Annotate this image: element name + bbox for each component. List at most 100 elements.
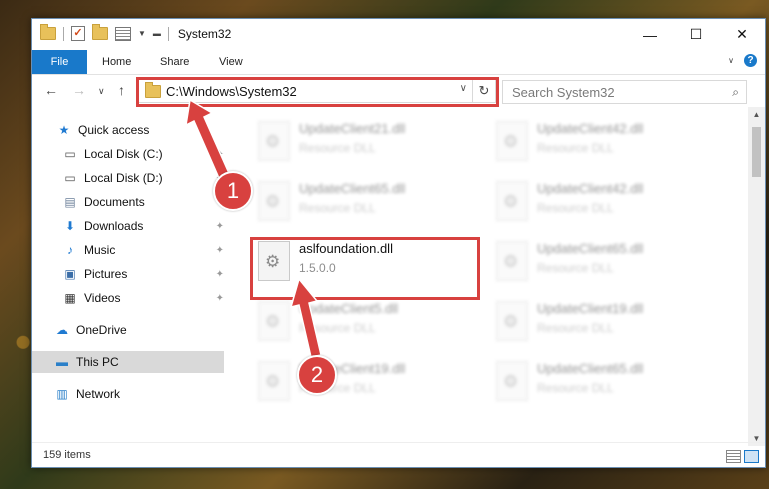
tab-file[interactable]: File [32,50,87,74]
search-icon[interactable]: ⌕ [732,85,739,100]
file-item[interactable]: UpdateClient19.dll Resource DLL [488,295,716,347]
dll-file-icon [258,181,290,221]
file-description: Resource DLL [299,201,376,215]
close-button[interactable]: ✕ [719,19,765,50]
maximize-button[interactable]: ☐ [673,19,719,50]
refresh-icon[interactable]: ↻ [472,80,495,102]
file-name: UpdateClient21.dll [299,121,406,136]
sidebar-item-label: Documents [84,195,145,209]
step2-badge: 2 [297,355,337,395]
chevron-down-icon[interactable]: ∨ [460,83,467,94]
sidebar-item-label: OneDrive [76,323,127,337]
sidebar-item-label: Videos [84,291,121,305]
dll-file-icon [496,121,528,161]
ribbon-tabs: File Home Share View ∨ ? [32,50,765,75]
sidebar-item-downloads[interactable]: ⬇ Downloads ✦ [62,215,224,237]
scroll-thumb[interactable] [752,127,761,177]
sidebar-item-label: Quick access [78,123,150,137]
file-description: Resource DLL [537,201,614,215]
step2-arrow [289,277,322,358]
large-icons-view-icon[interactable] [744,450,759,463]
file-name: UpdateClient65.dll [537,361,644,376]
file-name: UpdateClient42.dll [537,181,644,196]
dll-file-icon [258,121,290,161]
details-view-icon[interactable] [726,450,741,463]
sidebar-item-this-pc[interactable]: ▬ This PC [32,351,224,373]
tab-share[interactable]: Share [160,50,189,74]
file-name: UpdateClient65.dll [299,181,406,196]
network-icon: ▥ [56,387,68,401]
file-description: Resource DLL [299,141,376,155]
expand-ribbon-icon[interactable]: ∨ [728,56,734,65]
window-controls: — ☐ ✕ [627,19,765,50]
computer-icon: ▬ [56,355,68,369]
pictures-icon: ▣ [64,267,76,281]
sidebar-item-videos[interactable]: ▦ Videos ✦ [62,287,224,309]
title-bar: ✓ ▼ ▬ System32 — ☐ ✕ [32,19,765,50]
window-title: System32 [177,26,232,41]
file-item[interactable]: UpdateClient21.dll Resource DLL [250,115,478,167]
customize-toolbar-icon[interactable]: ▬ [153,29,161,38]
scroll-up-icon[interactable]: ▲ [748,110,765,119]
search-placeholder: Search System32 [512,84,615,100]
recent-locations-icon[interactable]: ∨ [98,86,105,97]
minimize-button[interactable]: — [627,19,673,50]
sidebar-item-label: Music [84,243,116,257]
drive-icon: ▭ [64,147,76,161]
sidebar-item-pictures[interactable]: ▣ Pictures ✦ [62,263,224,285]
drive-icon: ▭ [64,171,76,185]
status-bar: 159 items [32,442,765,467]
file-description: Resource DLL [537,321,614,335]
folder-icon [145,81,161,98]
search-input[interactable]: Search System32 ⌕ [502,80,747,104]
file-item[interactable]: UpdateClient42.dll Resource DLL [488,175,716,227]
sidebar-item-label: Local Disk (C:) [84,147,163,161]
sidebar-item-label: Downloads [84,219,144,233]
sidebar-item-music[interactable]: ♪ Music ✦ [62,239,224,261]
ribbon-right-controls: ∨ ? [728,54,757,67]
file-name: UpdateClient42.dll [537,121,644,136]
explorer-window: ✓ ▼ ▬ System32 — ☐ ✕ File Home Share Vie… [31,18,766,468]
properties-check-icon[interactable]: ✓ [71,26,85,41]
tab-view[interactable]: View [219,50,243,74]
toolbar-separator [167,26,169,41]
file-item[interactable]: UpdateClient65.dll Resource DLL [488,355,716,407]
file-name: UpdateClient65.dll [537,241,644,256]
tab-home[interactable]: Home [102,50,131,74]
navigation-bar: ← → ∨ ↑ C:\Windows\System32 ∨ ↻ Search S… [32,75,765,107]
vertical-scrollbar[interactable]: ▲ ▼ [748,107,765,446]
dll-file-icon [496,301,528,341]
toolbar-separator [63,26,64,41]
up-arrow-icon[interactable]: ↑ [118,82,125,98]
file-item[interactable]: UpdateClient42.dll Resource DLL [488,115,716,167]
pin-icon[interactable]: ✦ [216,245,224,256]
sidebar-item-onedrive[interactable]: ☁ OneDrive [54,319,224,341]
back-arrow-icon[interactable]: ← [44,82,58,98]
file-description: Resource DLL [537,261,614,275]
sidebar-item-network[interactable]: ▥ Network [54,383,224,405]
forward-arrow-icon[interactable]: → [72,82,86,98]
pin-icon[interactable]: ✦ [216,221,224,232]
file-name: UpdateClient19.dll [537,301,644,316]
sidebar-item-label: This PC [76,355,119,369]
file-description: Resource DLL [537,381,614,395]
quick-access-toolbar: ✓ ▼ ▬ System32 [40,24,232,41]
file-item[interactable]: UpdateClient65.dll Resource DLL [488,235,716,287]
new-folder-icon[interactable] [92,24,108,40]
file-item[interactable]: UpdateClient65.dll Resource DLL [250,175,478,227]
film-strip-icon: ▦ [64,291,76,305]
dll-file-icon [496,361,528,401]
help-icon[interactable]: ? [744,54,757,67]
view-options-icon[interactable] [115,26,131,41]
folder-icon[interactable] [40,24,56,40]
file-description: Resource DLL [537,141,614,155]
sidebar-item-label: Network [76,387,121,401]
sidebar-item-label: Local Disk (D:) [84,171,163,185]
star-icon: ★ [58,123,70,137]
dll-file-icon [496,241,528,281]
pin-icon[interactable]: ✦ [216,269,224,280]
chevron-down-icon[interactable]: ▼ [138,29,146,38]
pin-icon[interactable]: ✦ [216,293,224,304]
dll-file-icon [258,361,290,401]
documents-icon: ▤ [64,195,76,209]
